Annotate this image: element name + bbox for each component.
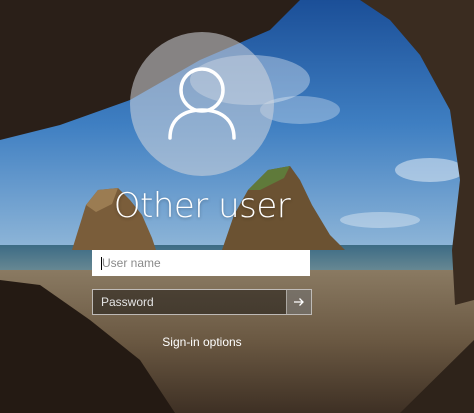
avatar [130, 32, 274, 176]
text-caret [101, 257, 102, 270]
arrow-right-icon [294, 298, 304, 306]
username-input[interactable] [94, 252, 308, 274]
sign-in-options-link[interactable]: Sign-in options [140, 335, 264, 349]
submit-button[interactable] [286, 290, 311, 314]
password-input[interactable] [93, 290, 287, 314]
username-field-wrapper [92, 250, 310, 276]
username-heading: Other user [113, 186, 291, 226]
password-field-wrapper [92, 289, 312, 315]
person-icon [168, 67, 236, 140]
